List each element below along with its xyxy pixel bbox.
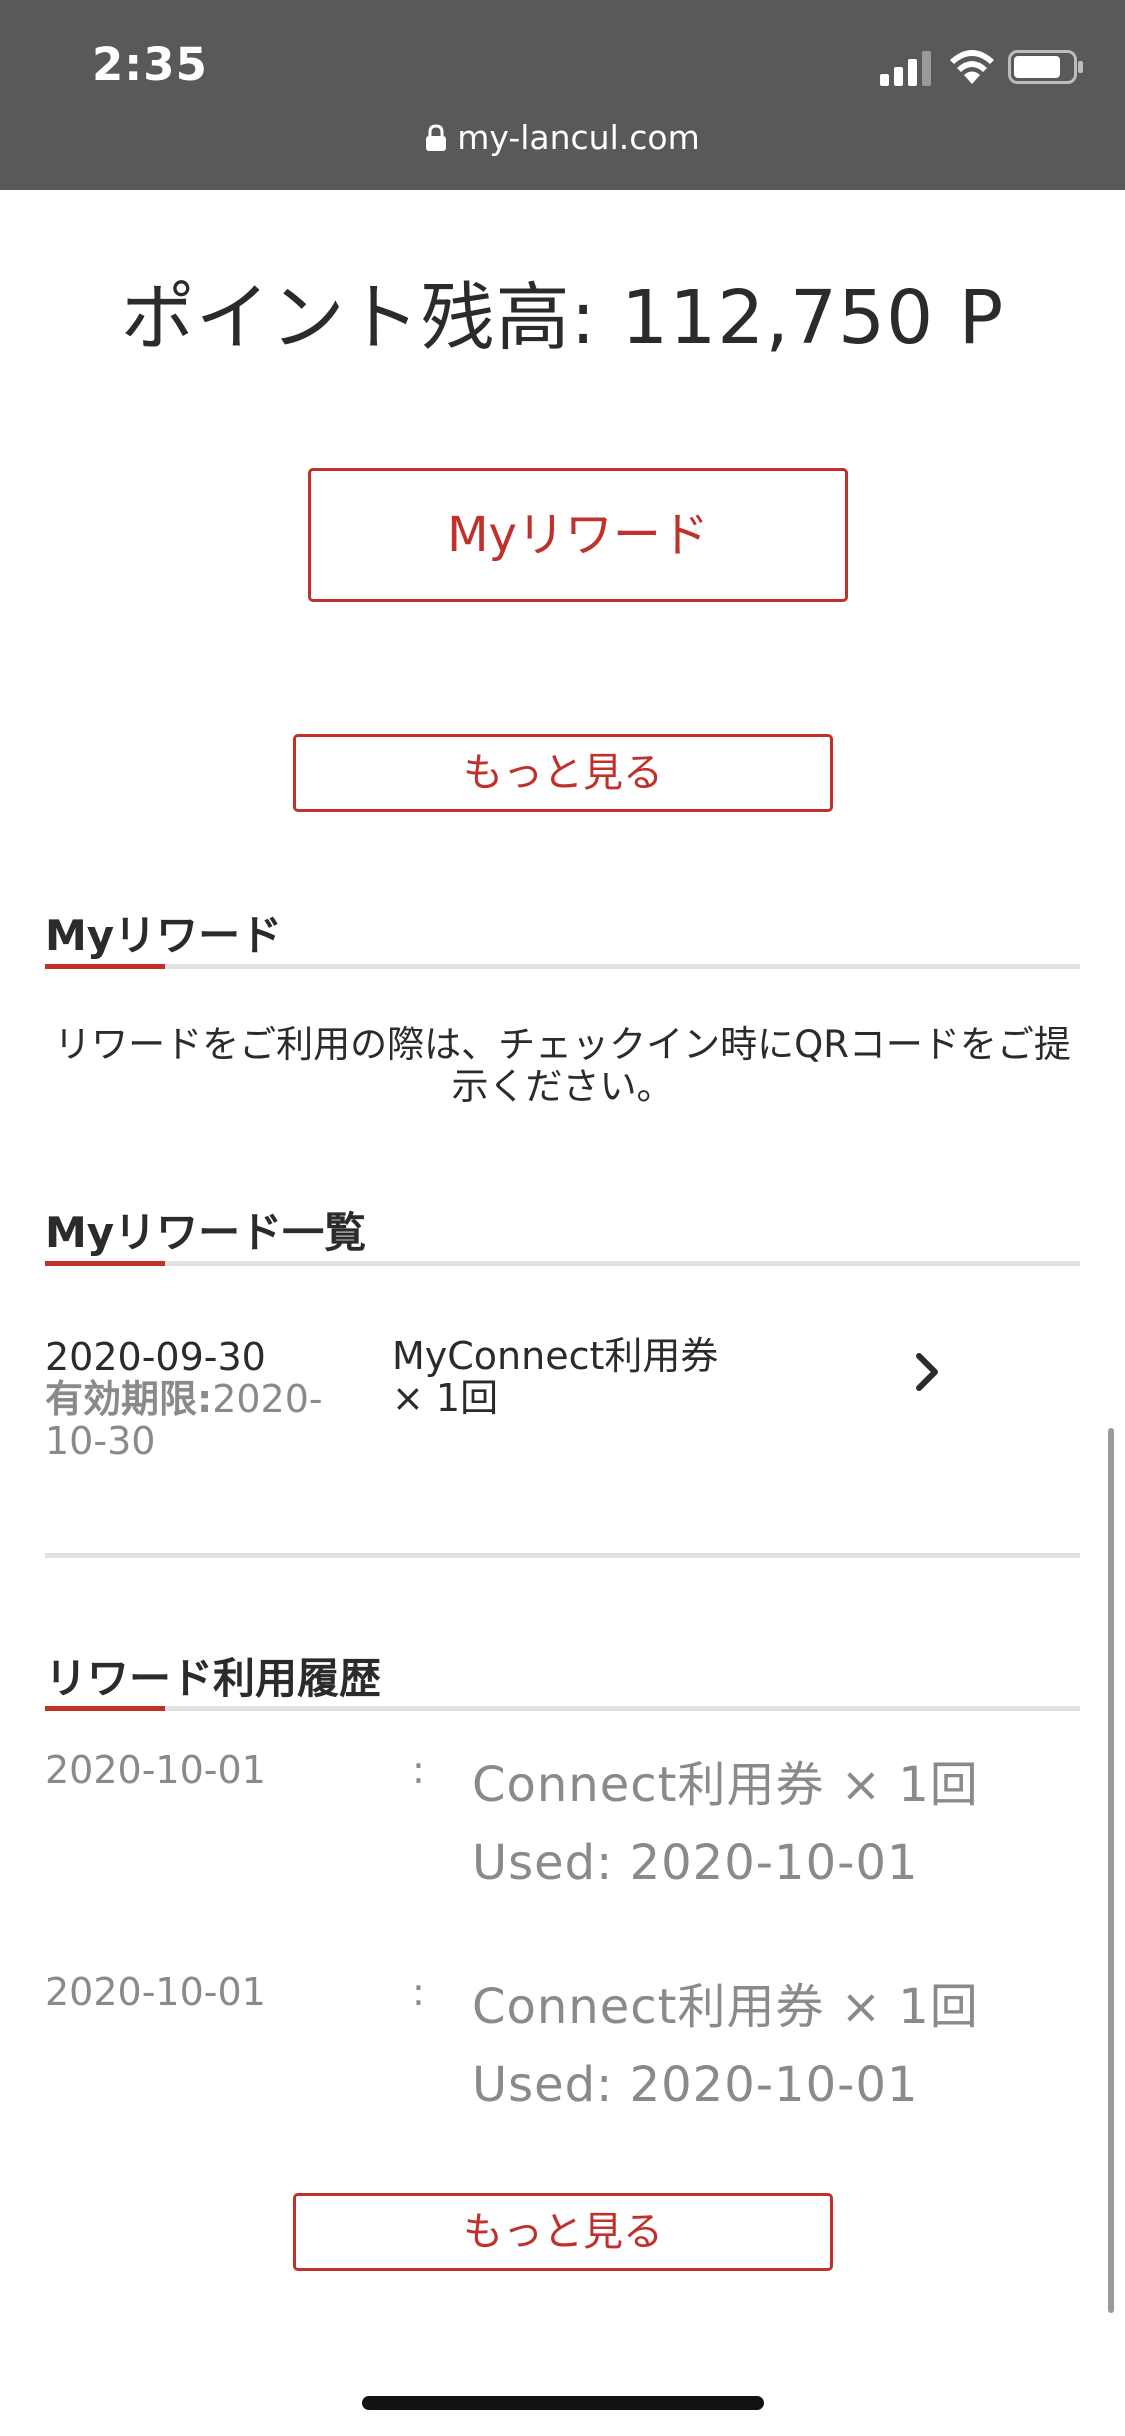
section-underline	[45, 1706, 1080, 1711]
url-text: my-lancul.com	[457, 118, 700, 157]
history-date: 2020-10-01	[45, 1970, 266, 2014]
wifi-icon	[950, 50, 994, 84]
reward-name: MyConnect利用券 × 1回	[392, 1334, 719, 1420]
home-indicator[interactable]	[362, 2396, 764, 2410]
rewards-notice: リワードをご利用の際は、チェックイン時にQRコードをご提示ください。	[54, 1023, 1071, 1108]
more-history-button[interactable]: もっと見る	[293, 2193, 833, 2271]
lock-icon	[426, 124, 447, 151]
reward-list-section-title: Myリワード一覧	[45, 1208, 367, 1257]
reward-expiry: 有効期限:2020-10-30	[45, 1378, 365, 1462]
more-button[interactable]: もっと見る	[293, 734, 833, 812]
history-used-date: Used: 2020-10-01	[472, 1835, 919, 1891]
status-time: 2:35	[92, 38, 208, 91]
divider	[45, 1553, 1080, 1558]
section-underline-accent	[45, 1261, 165, 1266]
history-item: Connect利用券 × 1回	[472, 1979, 979, 2035]
section-underline-accent	[45, 1706, 165, 1711]
section-underline	[45, 1261, 1080, 1266]
address-bar[interactable]: my-lancul.com	[0, 118, 1125, 168]
history-date: 2020-10-01	[45, 1748, 266, 1792]
history-section-title: リワード利用履歴	[45, 1654, 382, 1703]
history-separator: :	[412, 1970, 425, 2014]
history-used-date: Used: 2020-10-01	[472, 2057, 919, 2113]
cellular-signal-icon	[880, 51, 931, 86]
my-rewards-section-title: Myリワード	[45, 911, 283, 960]
reward-date: 2020-09-30	[45, 1335, 266, 1379]
point-balance: ポイント残高: 112,750 P	[120, 275, 1005, 361]
history-item: Connect利用券 × 1回	[472, 1757, 979, 1813]
chevron-right-icon[interactable]	[913, 1350, 943, 1394]
expiry-label: 有効期限:	[45, 1377, 213, 1421]
my-rewards-button[interactable]: Myリワード	[308, 468, 848, 602]
browser-top-bar: 2:35 my-lancul.com	[0, 0, 1125, 190]
section-underline	[45, 964, 1080, 969]
scrollbar[interactable]	[1108, 1428, 1114, 2313]
history-separator: :	[412, 1748, 425, 1792]
section-underline-accent	[45, 964, 165, 969]
battery-icon	[1008, 50, 1083, 84]
